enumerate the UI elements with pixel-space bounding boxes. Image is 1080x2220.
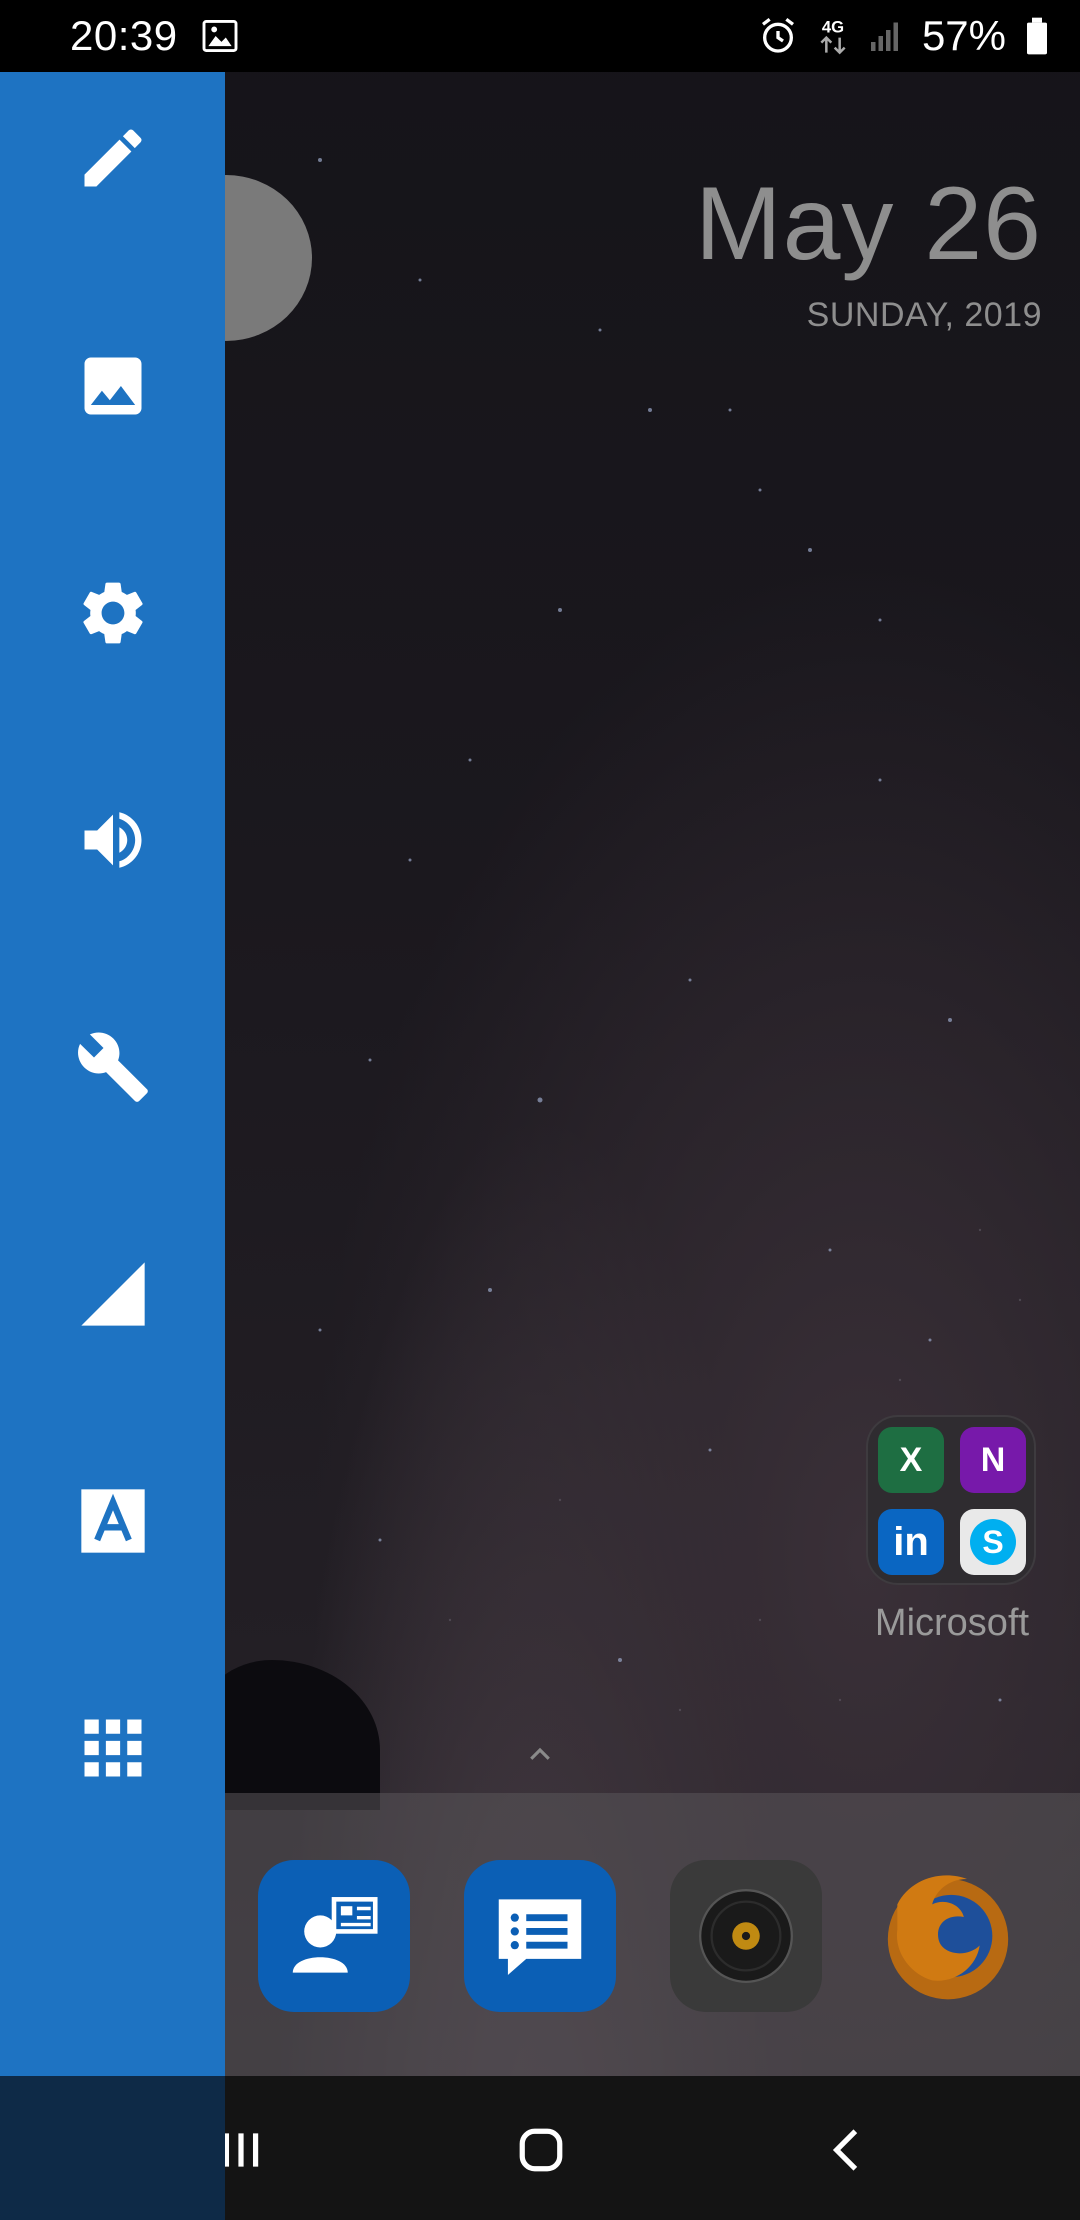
sidebar-item-signal[interactable]: [60, 1241, 166, 1347]
contacts-icon: [292, 1897, 378, 1973]
sidebar-footer: [0, 2076, 225, 2220]
clock-day[interactable]: SUNDAY, 2019: [807, 296, 1042, 335]
firefox-icon: [887, 1875, 1009, 2000]
status-time: 20:39: [70, 12, 178, 59]
onenote-letter: N: [980, 1440, 1006, 1479]
skype-letter: S: [982, 1523, 1004, 1560]
clock-date[interactable]: May 26: [695, 165, 1042, 284]
font-icon: [81, 1489, 145, 1553]
image-notification-icon: [202, 20, 238, 52]
signal-icon: [81, 1262, 145, 1326]
music-player-app[interactable]: [670, 1860, 822, 2012]
signal-icon: [870, 22, 898, 51]
battery-percent: 57%: [921, 12, 1006, 59]
battery-icon: [1027, 17, 1047, 55]
messages-icon: [498, 1899, 582, 1975]
sidebar-item-sound[interactable]: [60, 787, 166, 893]
apps-grid-icon: [84, 1719, 142, 1777]
contacts-app[interactable]: [258, 1860, 410, 2012]
sidebar-item-apps[interactable]: [60, 1695, 166, 1801]
alarm-icon: [761, 18, 794, 53]
network-label: 4G: [822, 18, 844, 37]
sidebar-item-image[interactable]: [60, 333, 166, 439]
messages-app[interactable]: [464, 1860, 616, 2012]
data-4g-icon: 4G: [820, 18, 846, 55]
skype-icon: S: [960, 1509, 1026, 1575]
firefox-app[interactable]: [872, 1860, 1024, 2012]
pencil-icon: [84, 129, 142, 187]
excel-letter: X: [899, 1440, 923, 1479]
microsoft-folder[interactable]: X N in S: [866, 1415, 1036, 1585]
sidebar-item-settings[interactable]: [60, 560, 166, 666]
back-icon[interactable]: [822, 2125, 872, 2175]
linkedin-icon: in: [878, 1509, 944, 1575]
sidebar-item-edit[interactable]: [60, 105, 166, 211]
sidebar-item-font[interactable]: [60, 1468, 166, 1574]
volume-icon: [84, 812, 142, 868]
status-bar: 20:39 4G 57%: [0, 0, 1080, 72]
wrench-icon: [78, 1032, 148, 1102]
home-icon[interactable]: [516, 2125, 566, 2175]
chevron-up-icon[interactable]: [525, 1740, 555, 1770]
excel-icon: X: [878, 1427, 944, 1493]
image-icon: [84, 357, 142, 415]
sidebar-item-tools[interactable]: [60, 1014, 166, 1120]
music-player-icon: [699, 1889, 793, 1983]
onenote-icon: N: [960, 1427, 1026, 1493]
gear-icon: [83, 582, 143, 644]
linkedin-letter: in: [893, 1519, 929, 1564]
folder-label: Microsoft: [874, 1602, 1030, 1644]
